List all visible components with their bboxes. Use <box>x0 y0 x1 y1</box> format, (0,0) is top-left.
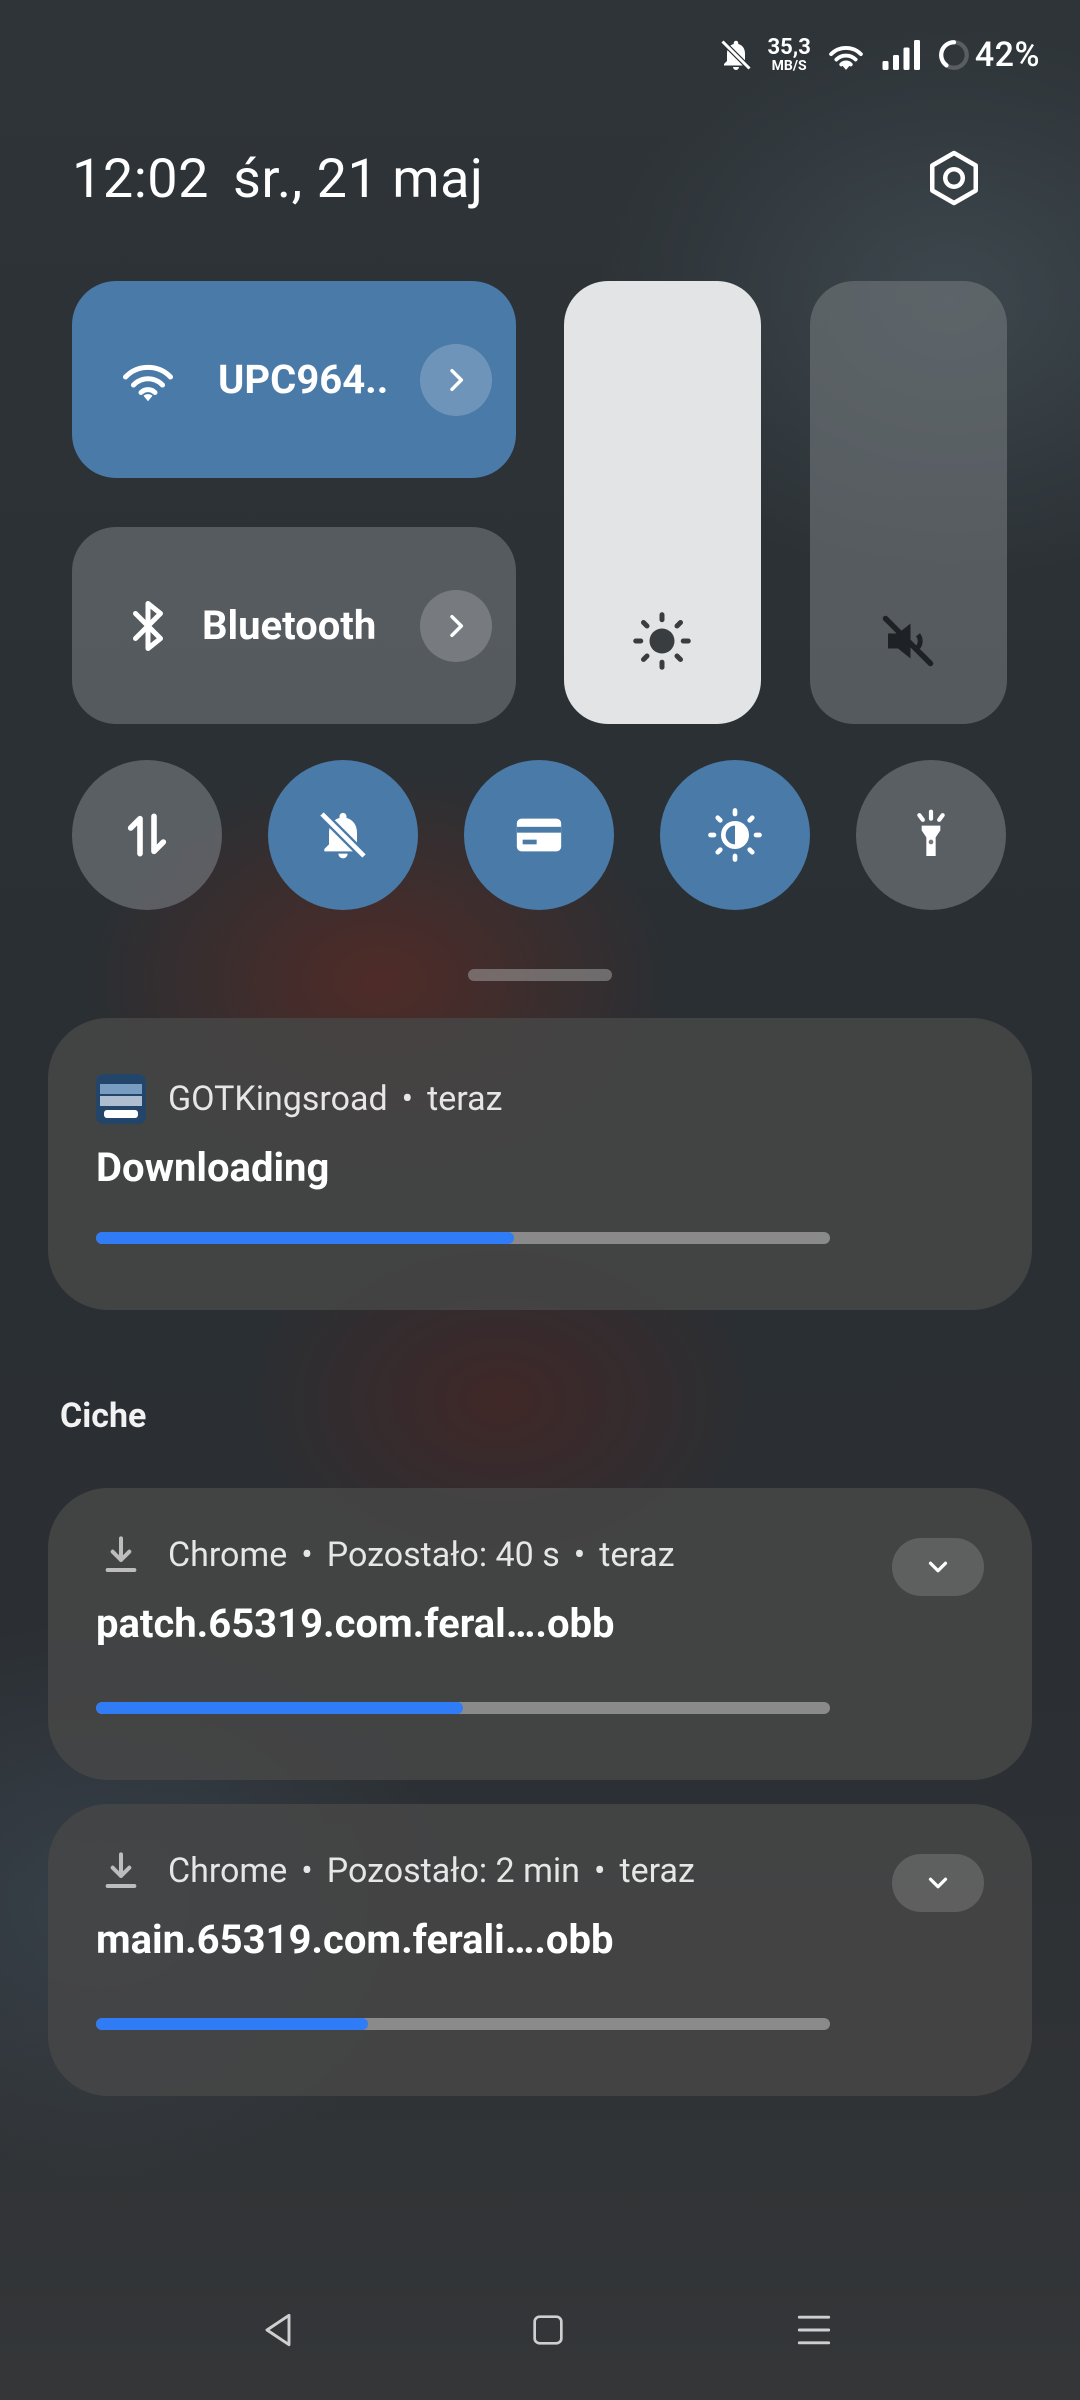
bluetooth-icon <box>133 600 163 651</box>
recents-icon <box>797 2315 831 2345</box>
separator-dot: • <box>401 1079 414 1119</box>
eye-comfort-toggle[interactable] <box>660 760 810 910</box>
clock-date-text: śr., 21 maj <box>232 148 484 211</box>
notification-gotkingsroad[interactable]: GOTKingsroad • teraz Downloading <box>48 1018 1032 1310</box>
bluetooth-details-button[interactable] <box>420 589 492 662</box>
separator-dot: • <box>593 1851 606 1891</box>
separator-dot: • <box>301 1851 313 1891</box>
bell-off-icon <box>318 810 368 860</box>
download-icon <box>96 1530 146 1580</box>
chevron-right-icon <box>450 368 464 391</box>
nav-recents-button[interactable] <box>784 2300 844 2360</box>
speed-value: 35,3 <box>767 35 811 60</box>
separator-dot: • <box>301 1535 313 1575</box>
notification-chrome-download[interactable]: Chrome • Pozostało: 2 min • teraz main.6… <box>48 1804 1032 2096</box>
status-bar: 35,3 MB/S 42% <box>718 30 1040 80</box>
wifi-icon <box>123 364 173 401</box>
bell-off-icon <box>720 39 751 71</box>
battery-ring-icon <box>938 40 969 70</box>
silent-toggle[interactable] <box>268 760 418 910</box>
download-progress-bar <box>96 2018 830 2030</box>
progress-fill <box>96 2018 368 2030</box>
notification-chrome-download[interactable]: Chrome • Pozostało: 40 s • teraz patch.6… <box>48 1488 1032 1780</box>
notification-time: teraz <box>619 1851 695 1891</box>
bluetooth-tile-label: Bluetooth <box>202 602 377 649</box>
separator-dot: • <box>573 1535 586 1575</box>
gotkingsroad-app-icon <box>96 1074 146 1124</box>
notification-time: teraz <box>599 1535 675 1575</box>
wifi-details-button[interactable] <box>420 343 492 416</box>
notification-title: Downloading <box>96 1144 330 1191</box>
notification-remaining: Pozostało: 40 s <box>326 1535 560 1575</box>
wallet-toggle[interactable] <box>464 760 614 910</box>
mobile-data-toggle[interactable] <box>72 760 222 910</box>
notification-title: main.65319.com.ferali….obb <box>96 1916 614 1963</box>
settings-button[interactable] <box>924 148 984 208</box>
chevron-down-icon <box>928 1561 948 1573</box>
home-icon <box>533 2315 563 2345</box>
flashlight-icon <box>917 809 945 856</box>
notification-time: teraz <box>427 1079 503 1119</box>
chevron-right-icon <box>450 614 464 637</box>
contrast-icon <box>708 808 762 862</box>
wifi-icon <box>829 46 863 70</box>
nav-home-button[interactable] <box>518 2300 578 2360</box>
bluetooth-tile[interactable]: Bluetooth <box>72 527 516 724</box>
download-progress-bar <box>96 1702 830 1714</box>
notification-title: patch.65319.com.feral….obb <box>96 1600 615 1647</box>
expand-button[interactable] <box>892 1854 984 1912</box>
wifi-tile-label: UPC964.. <box>218 356 389 403</box>
notification-app-name: Chrome <box>168 1535 288 1575</box>
flashlight-toggle[interactable] <box>856 760 1006 910</box>
signal-icon <box>882 40 920 70</box>
notification-header: Chrome • Pozostało: 2 min • teraz <box>96 1846 695 1896</box>
brightness-slider[interactable] <box>564 281 761 724</box>
speed-unit: MB/S <box>771 58 807 74</box>
nav-back-button[interactable] <box>248 2300 308 2360</box>
network-speed: 35,3 MB/S <box>767 35 811 74</box>
data-arrows-icon <box>127 813 167 857</box>
battery-percent: 42% <box>974 35 1040 75</box>
brightness-icon <box>633 612 691 670</box>
notification-app-name: Chrome <box>168 1851 288 1891</box>
clock-time: 12:02 <box>72 148 209 211</box>
notification-header: GOTKingsroad • teraz <box>96 1074 503 1124</box>
gear-icon <box>930 150 978 206</box>
panel-drag-handle[interactable] <box>468 969 612 981</box>
notification-app-name: GOTKingsroad <box>168 1079 388 1119</box>
notification-header: Chrome • Pozostało: 40 s • teraz <box>96 1530 675 1580</box>
card-icon <box>516 818 562 852</box>
volume-slider[interactable] <box>810 281 1007 724</box>
section-title-silent: Ciche <box>60 1396 147 1436</box>
download-icon <box>96 1846 146 1896</box>
volume-mute-icon <box>882 615 934 667</box>
back-icon <box>265 2313 291 2347</box>
progress-fill <box>96 1702 463 1714</box>
notification-remaining: Pozostało: 2 min <box>326 1851 580 1891</box>
progress-fill <box>96 1232 515 1244</box>
download-progress-bar <box>96 1232 830 1244</box>
expand-button[interactable] <box>892 1538 984 1596</box>
clock-date: 12:02 śr., 21 maj <box>72 148 483 211</box>
wifi-tile[interactable]: UPC964.. <box>72 281 516 478</box>
chevron-down-icon <box>928 1877 948 1889</box>
